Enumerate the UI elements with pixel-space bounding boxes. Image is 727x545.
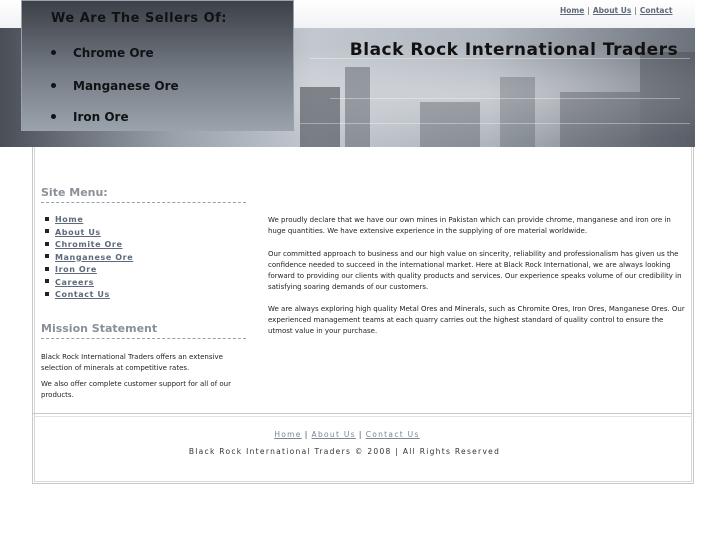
square-bullet-icon [45, 291, 49, 296]
footer-about-link[interactable]: About Us [312, 430, 356, 439]
menu-link-chromite-ore[interactable]: Chromite Ore [55, 240, 123, 249]
copyright-text: Black Rock International Traders © 2008 … [188, 447, 501, 456]
menu-link-contact-us[interactable]: Contact Us [55, 290, 110, 299]
nav-separator: | [304, 430, 309, 439]
menu-item: Iron Ore [45, 265, 133, 278]
square-bullet-icon [45, 241, 49, 246]
menu-link-careers[interactable]: Careers [55, 278, 94, 287]
footer-nav: Home | About Us | Contact Us [32, 430, 662, 439]
menu-item: Contact Us [45, 290, 133, 303]
menu-item: Home [45, 215, 133, 228]
square-bullet-icon [45, 216, 49, 221]
square-bullet-icon [45, 254, 49, 258]
menu-item: Careers [45, 278, 133, 291]
menu-item: About Us [45, 228, 133, 241]
menu-item: Chromite Ore [45, 240, 133, 253]
footer-home-link[interactable]: Home [274, 430, 301, 439]
menu-item: Manganese Ore [45, 253, 133, 266]
menu-link-about-us[interactable]: About Us [55, 228, 101, 237]
square-bullet-icon [45, 279, 49, 283]
nav-separator: | [358, 430, 363, 439]
content-area: Site Menu: Home About Us Chromite Ore Ma… [32, 0, 694, 484]
main-paragraph: Our committed approach to business and o… [268, 250, 682, 291]
mission-paragraph: Black Rock International Traders offers … [41, 353, 223, 372]
footer-divider [32, 413, 692, 417]
menu-link-manganese-ore[interactable]: Manganese Ore [55, 253, 133, 262]
mission-paragraph: We also offer complete customer support … [41, 380, 231, 399]
site-menu-list: Home About Us Chromite Ore Manganese Ore… [45, 215, 133, 303]
site-menu-heading: Site Menu: [41, 186, 246, 203]
menu-link-iron-ore[interactable]: Iron Ore [55, 265, 97, 274]
footer-contact-link[interactable]: Contact Us [366, 430, 420, 439]
square-bullet-icon [45, 229, 49, 233]
mission-heading: Mission Statement [41, 322, 246, 339]
main-paragraph: We proudly declare that we have our own … [268, 216, 671, 235]
square-bullet-icon [45, 266, 49, 271]
main-paragraph: We are always exploring high quality Met… [268, 305, 685, 335]
menu-link-home[interactable]: Home [55, 215, 83, 224]
